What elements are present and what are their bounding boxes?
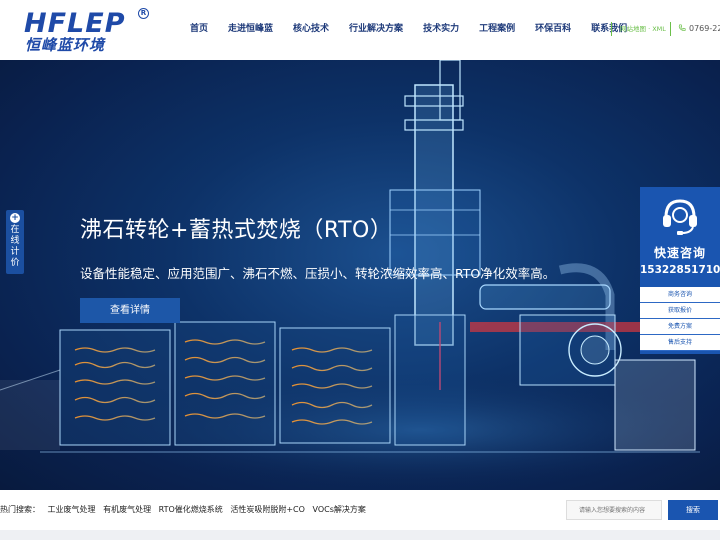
business-inquiry-button[interactable]: 商务咨询: [640, 287, 720, 303]
get-quote-button[interactable]: 获取报价: [640, 303, 720, 319]
hero-banner: 沸石转轮+蓄热式焚烧（RTO） 设备性能稳定、应用范围广、沸石不燃、压损小、转轮…: [0, 60, 720, 490]
headset-icon: [663, 199, 697, 235]
sitemap-link[interactable]: 网站地图 · XML: [611, 22, 666, 36]
header-phone: 0769-2227: [670, 22, 720, 36]
hot-keyword[interactable]: RTO催化燃烧系统: [159, 505, 223, 514]
free-plan-button[interactable]: 免费方案: [640, 319, 720, 335]
logo[interactable]: HFLEP R 恒峰蓝环境: [24, 8, 152, 54]
search-input[interactable]: [566, 500, 662, 520]
view-details-button[interactable]: 查看详情: [80, 298, 180, 323]
hot-keyword[interactable]: 活性炭吸附脱附+CO: [230, 505, 305, 514]
nav-core-tech[interactable]: 核心技术: [293, 0, 329, 60]
consult-phone[interactable]: 15322851710: [640, 264, 720, 276]
hero-title: 沸石转轮+蓄热式焚烧（RTO）: [80, 218, 393, 243]
quick-consult-panel: 快速咨询 15322851710 商务咨询 获取报价 免费方案 售后支持: [640, 187, 720, 354]
logo-text-cn: 恒峰蓝环境: [25, 36, 106, 54]
search-bar: 热门搜索： 工业废气处理 有机废气处理 RTO催化燃烧系统 活性炭吸附脱附+CO…: [0, 490, 720, 530]
hot-keyword[interactable]: VOCs解决方案: [313, 505, 366, 514]
after-sales-button[interactable]: 售后支持: [640, 335, 720, 351]
bottom-strip: [0, 530, 720, 540]
site-header: HFLEP R 恒峰蓝环境 首页 走进恒峰蓝 核心技术 行业解决方案 技术实力 …: [0, 0, 720, 60]
main-nav: 首页 走进恒峰蓝 核心技术 行业解决方案 技术实力 工程案例 环保百科 联系我们: [190, 0, 627, 60]
nav-solutions[interactable]: 行业解决方案: [349, 0, 403, 60]
hero-description: 设备性能稳定、应用范围广、沸石不燃、压损小、转轮浓缩效率高、RTO净化效率高。: [80, 266, 556, 281]
search-button[interactable]: 搜索: [668, 500, 718, 520]
hot-searches: 热门搜索： 工业废气处理 有机废气处理 RTO催化燃烧系统 活性炭吸附脱附+CO…: [0, 504, 366, 515]
logo-text-en: HFLEP: [24, 8, 126, 39]
phone-icon: [678, 24, 686, 31]
online-quote-tab[interactable]: + 在线计价: [6, 210, 24, 274]
nav-strength[interactable]: 技术实力: [423, 0, 459, 60]
consult-links: 商务咨询 获取报价 免费方案 售后支持: [640, 287, 720, 351]
registered-mark: R: [138, 8, 149, 19]
nav-encyclopedia[interactable]: 环保百科: [535, 0, 571, 60]
hot-keyword[interactable]: 有机废气处理: [103, 505, 151, 514]
nav-cases[interactable]: 工程案例: [479, 0, 515, 60]
consult-title: 快速咨询: [653, 246, 706, 260]
plus-icon: +: [10, 213, 20, 223]
nav-about[interactable]: 走进恒峰蓝: [228, 0, 273, 60]
nav-home[interactable]: 首页: [190, 0, 208, 60]
hot-keyword[interactable]: 工业废气处理: [48, 505, 96, 514]
header-phone-number: 0769-2227: [689, 24, 720, 33]
hot-search-label: 热门搜索：: [0, 505, 40, 514]
online-quote-label: 在线计价: [10, 225, 20, 268]
